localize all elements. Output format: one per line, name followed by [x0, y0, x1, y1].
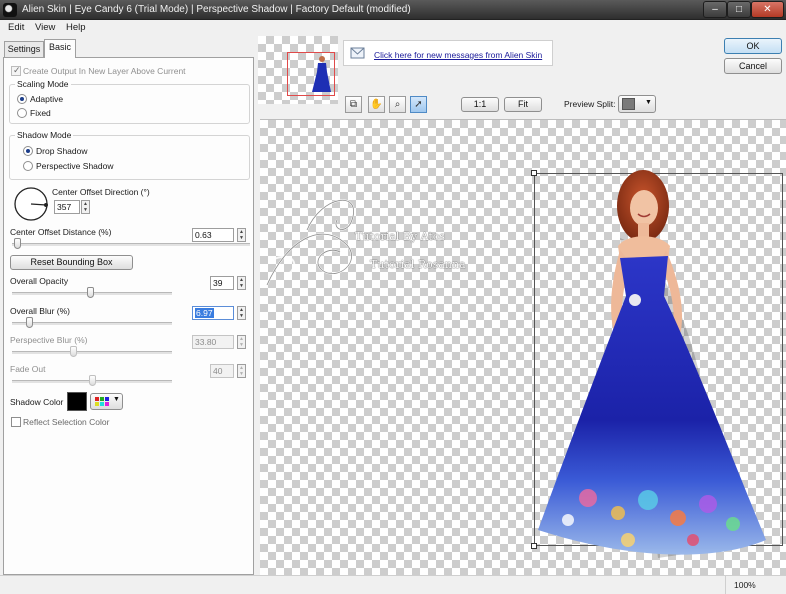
shadow-color-swatch[interactable] [67, 392, 87, 411]
zoom-level: 100% [734, 580, 756, 590]
adaptive-radio[interactable] [17, 94, 27, 104]
fade-out-slider[interactable] [89, 375, 96, 386]
chevron-down-icon: ▼ [645, 99, 652, 106]
menu-bar: Edit View Help [0, 20, 786, 36]
shadow-color-label: Shadow Color [10, 397, 64, 407]
zoom-fit-button[interactable]: Fit [504, 97, 542, 112]
close-button[interactable]: ✕ [751, 1, 784, 18]
maximize-button[interactable]: □ [727, 1, 751, 18]
center-offset-direction-label: Center Offset Direction (°) [52, 187, 150, 197]
perspective-shadow-radio[interactable] [23, 161, 33, 171]
watermark-line-1: Tutorial By Atos [355, 230, 446, 243]
minimize-button[interactable]: – [703, 1, 727, 18]
tab-basic[interactable]: Basic [44, 39, 76, 58]
overall-blur-track [12, 322, 172, 325]
preview-split-dropdown[interactable]: ▼ [618, 95, 656, 113]
tab-settings[interactable]: Settings [4, 41, 44, 57]
app-icon [3, 3, 17, 17]
overall-blur-label: Overall Blur (%) [10, 306, 70, 316]
reset-bounding-box-button[interactable]: Reset Bounding Box [10, 255, 133, 270]
overall-blur-spinner[interactable] [237, 306, 246, 320]
drop-shadow-label: Drop Shadow [36, 146, 88, 156]
fade-out-spinner[interactable] [237, 364, 246, 378]
menu-help[interactable]: Help [66, 22, 86, 33]
overall-opacity-field[interactable]: 39 [210, 276, 234, 290]
preview-toolbar-area: Click here for new messages from Alien S… [258, 36, 786, 117]
title-bar: Alien Skin | Eye Candy 6 (Trial Mode) | … [0, 0, 786, 20]
preview-split-swatch [622, 98, 635, 110]
color-picker-dropdown[interactable]: ▼ [90, 393, 123, 410]
woman-in-blue-gown-image [538, 170, 766, 558]
reflect-selection-label: Reflect Selection Color [23, 417, 110, 427]
watermark-line-2: Tutorial Rosanna [370, 258, 466, 271]
preview-canvas[interactable]: Tutorial By Atos Tutorial Rosanna [260, 119, 786, 575]
status-bar: 100% [0, 575, 786, 594]
overall-blur-field[interactable]: 6.97 [192, 306, 234, 320]
overall-opacity-spinner[interactable] [237, 276, 246, 290]
perspective-blur-spinner[interactable] [237, 335, 246, 349]
menu-edit[interactable]: Edit [8, 22, 24, 33]
hand-icon[interactable]: ✋ [368, 96, 385, 113]
reflect-selection-checkbox[interactable] [11, 417, 21, 427]
center-offset-direction-spinner[interactable] [81, 200, 90, 214]
fade-out-label: Fade Out [10, 364, 46, 374]
scaling-mode-title: Scaling Mode [15, 79, 71, 89]
scaling-mode-group [9, 84, 250, 124]
center-offset-direction-field[interactable]: 357 [54, 200, 80, 214]
shadow-mode-title: Shadow Mode [15, 130, 74, 140]
overall-blur-slider[interactable] [25, 317, 33, 328]
new-messages-link[interactable]: Click here for new messages from Alien S… [374, 50, 542, 60]
center-offset-distance-spinner[interactable] [237, 228, 246, 242]
menu-view[interactable]: View [35, 22, 55, 33]
perspective-shadow-label: Perspective Shadow [36, 161, 114, 171]
fixed-radio[interactable] [17, 108, 27, 118]
create-output-label: Create Output In New Layer Above Current [23, 66, 186, 76]
preview-split-label: Preview Split: [564, 99, 616, 109]
status-divider [725, 576, 726, 594]
create-output-checkbox[interactable] [11, 65, 21, 76]
copy-icon[interactable]: ⧉ [345, 96, 362, 113]
navigator-thumbnail[interactable] [258, 36, 338, 104]
window-title: Alien Skin | Eye Candy 6 (Trial Mode) | … [22, 4, 411, 15]
zoom-icon[interactable]: ⌕ [389, 96, 406, 113]
center-offset-distance-label: Center Offset Distance (%) [10, 227, 112, 237]
watermark-logo [266, 199, 355, 286]
drop-shadow-radio[interactable] [23, 146, 33, 156]
fade-out-field[interactable]: 40 [210, 364, 234, 378]
adaptive-label: Adaptive [30, 94, 64, 104]
pointer-icon[interactable]: ➚ [410, 96, 427, 113]
cancel-button[interactable]: Cancel [724, 58, 782, 74]
overall-opacity-slider[interactable] [87, 287, 94, 298]
center-offset-distance-slider[interactable] [13, 238, 21, 249]
perspective-blur-slider[interactable] [70, 346, 78, 357]
fixed-label: Fixed [30, 108, 51, 118]
shadow-mode-group [9, 135, 250, 180]
direction-dial[interactable] [13, 186, 49, 222]
perspective-blur-track [12, 351, 172, 354]
settings-panel: Settings Basic Create Output In New Laye… [0, 36, 257, 576]
envelope-icon [350, 47, 365, 59]
message-box[interactable]: Click here for new messages from Alien S… [343, 40, 553, 66]
overall-opacity-label: Overall Opacity [10, 276, 69, 286]
center-offset-distance-field[interactable]: 0.63 [192, 228, 234, 242]
navigator-figure-thumb [312, 56, 331, 92]
center-offset-distance-track [12, 243, 250, 246]
perspective-blur-label: Perspective Blur (%) [10, 335, 88, 345]
palette-grid-icon [95, 397, 109, 406]
overall-blur-value: 6.97 [195, 308, 214, 318]
zoom-1to1-button[interactable]: 1:1 [461, 97, 499, 112]
chevron-down-icon: ▼ [113, 396, 120, 403]
perspective-blur-field[interactable]: 33.80 [192, 335, 234, 349]
ok-button[interactable]: OK [724, 38, 782, 54]
